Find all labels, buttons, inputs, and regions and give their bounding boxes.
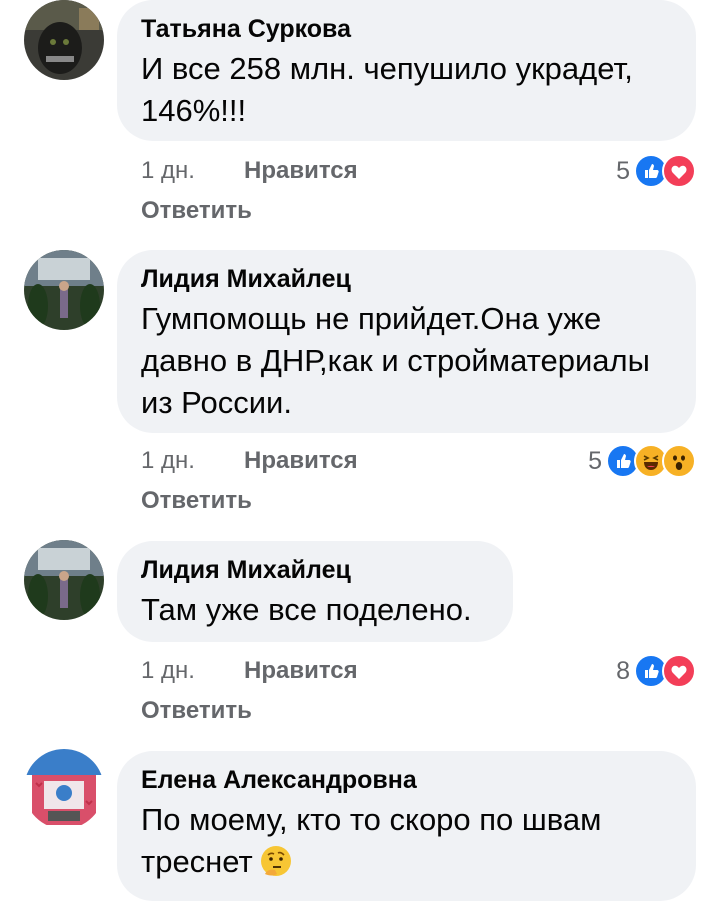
comment-text-line-with-emoji: треснет — [141, 841, 672, 883]
reaction-summary[interactable]: 5 — [588, 443, 696, 479]
comment-text-line: 146%!!! — [141, 93, 247, 128]
reaction-summary[interactable]: 8 — [616, 653, 696, 689]
love-icon — [662, 154, 696, 188]
comment-text-line: И все 258 млн. чепушило украдет, — [141, 51, 633, 86]
comment-bubble: Елена Александровна По моему, кто то ско… — [117, 751, 696, 901]
comment-text: Там уже все поделено. — [141, 589, 489, 631]
comment-text: И все 258 млн. чепушило украдет, 146%!!! — [141, 48, 672, 132]
like-button[interactable]: Нравится — [244, 657, 358, 684]
wow-icon — [662, 444, 696, 478]
love-icon — [662, 654, 696, 688]
comment-actions: 1 дн. Нравится — [141, 156, 358, 186]
reaction-summary[interactable]: 5 — [616, 153, 696, 189]
avatar[interactable] — [24, 250, 104, 330]
avatar[interactable] — [24, 0, 104, 80]
comment-timestamp[interactable]: 1 дн. — [141, 446, 244, 476]
like-button[interactable]: Нравится — [244, 157, 358, 184]
reaction-count: 5 — [588, 446, 602, 475]
reply-button[interactable]: Ответить — [141, 486, 252, 516]
comment-timestamp[interactable]: 1 дн. — [141, 656, 244, 686]
comment-text-line: По моему, кто то скоро по швам — [141, 802, 602, 837]
comment-author[interactable]: Лидия Михайлец — [141, 264, 672, 294]
thinking-face-icon — [259, 844, 293, 878]
comment-text: Гумпомощь не прийдет.Она уже давно в ДНР… — [141, 298, 672, 424]
like-button[interactable]: Нравится — [244, 447, 358, 474]
comment-actions: 1 дн. Нравится — [141, 446, 358, 476]
comment-text-line: Гумпомощь не прийдет.Она уже — [141, 301, 602, 336]
comment-text-line: треснет — [141, 844, 253, 879]
comment-actions: 1 дн. Нравится — [141, 656, 358, 686]
comment-timestamp[interactable]: 1 дн. — [141, 156, 244, 186]
avatar[interactable] — [24, 749, 104, 829]
comment-text: По моему, кто то скоро по швам треснет — [141, 799, 672, 883]
comment-bubble: Лидия Михайлец Гумпомощь не прийдет.Она … — [117, 250, 696, 433]
comment-text-line: из России. — [141, 385, 292, 420]
comment-text-line: Там уже все поделено. — [141, 592, 472, 627]
reply-button[interactable]: Ответить — [141, 196, 252, 226]
reply-button[interactable]: Ответить — [141, 696, 252, 726]
reaction-count: 8 — [616, 656, 630, 685]
comment-author[interactable]: Елена Александровна — [141, 765, 672, 795]
comment-bubble: Лидия Михайлец Там уже все поделено. — [117, 541, 513, 642]
comment-author[interactable]: Татьяна Суркова — [141, 14, 672, 44]
reaction-count: 5 — [616, 156, 630, 185]
comment-author[interactable]: Лидия Михайлец — [141, 555, 489, 585]
avatar[interactable] — [24, 540, 104, 620]
comment-bubble: Татьяна Суркова И все 258 млн. чепушило … — [117, 0, 696, 141]
comment-text-line: давно в ДНР,как и стройматериалы — [141, 343, 650, 378]
